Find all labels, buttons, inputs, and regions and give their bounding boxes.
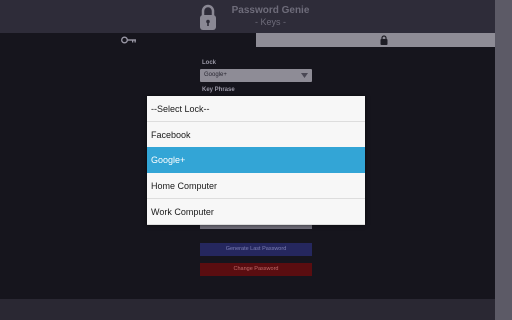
tab-keys[interactable] [0,33,256,47]
lock-icon [380,35,388,45]
key-icon [121,36,136,44]
change-password-button[interactable]: Change Password [200,263,312,276]
padlock-icon [200,4,216,30]
app-window: Password Genie - Keys - Lock Google+ Key… [0,0,495,299]
lock-label: Lock [202,60,217,66]
app-title: Password Genie [231,5,310,16]
dialog-option-google-plus[interactable]: Google+ [147,147,365,173]
lock-select[interactable]: Google+ [200,69,312,82]
page-subtitle: - Keys - [254,17,286,27]
dialog-option-work-computer[interactable]: Work Computer [147,199,365,225]
lock-select-value: Google+ [204,72,227,78]
key-phrase-label: Key Phrase [202,87,235,93]
dialog-option-facebook[interactable]: Facebook [147,122,365,148]
side-strip [495,0,512,320]
dropdown-arrow-icon [301,73,308,78]
dialog-option-home-computer[interactable]: Home Computer [147,173,365,199]
dialog-option-select-lock[interactable]: --Select Lock-- [147,96,365,122]
tab-locks[interactable] [256,33,495,47]
select-lock-dialog: --Select Lock-- Facebook Google+ Home Co… [147,96,365,225]
tab-bar [0,33,495,47]
generate-last-password-button[interactable]: Generate Last Password [200,243,312,256]
header: Password Genie - Keys - [0,0,495,33]
